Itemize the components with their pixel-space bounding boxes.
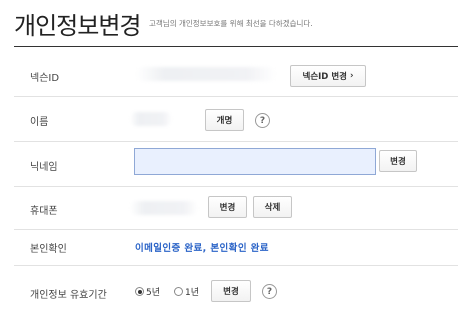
retention-1y-radio[interactable] [174,287,183,296]
row-nickname: 닉네임 변경 [14,142,458,187]
change-nickname-button[interactable]: 변경 [379,150,417,172]
nexon-id-masked-value [136,67,276,81]
row-verification: 본인확인 이메일인증 완료, 본인확인 완료 [14,230,458,266]
name-label: 이름 [30,117,49,128]
help-icon[interactable]: ? [262,284,277,299]
retention-label: 개인정보 유효기간 [30,290,107,301]
change-nexon-id-button[interactable]: 넥슨ID 변경 › [290,65,366,87]
row-retention: 개인정보 유효기간 5년 1년 변경 ? [14,266,458,314]
retention-5y-label[interactable]: 5년 [146,285,160,298]
change-phone-button[interactable]: 변경 [208,196,247,218]
row-nexon-id: 넥슨ID 넥슨ID 변경 › [14,56,458,97]
header-divider [14,46,458,47]
verification-status: 이메일인증 완료, 본인확인 완료 [135,243,269,254]
delete-phone-button[interactable]: 삭제 [253,196,292,218]
verification-label: 본인확인 [30,244,67,255]
rename-button[interactable]: 개명 [205,109,244,131]
help-icon[interactable]: ? [255,113,270,128]
name-masked-value [130,112,172,126]
phone-label: 휴대폰 [30,206,58,217]
retention-5y-radio[interactable] [135,287,144,296]
nickname-label: 닉네임 [30,162,58,173]
page-header: 개인정보변경 고객님의 개인정보보호를 위해 최선을 다하겠습니다. [0,0,474,46]
change-retention-button[interactable]: 변경 [211,280,251,302]
arrow-right-icon: › [349,71,354,81]
row-phone: 휴대폰 변경 삭제 [14,187,458,230]
nexon-id-label: 넥슨ID [30,73,60,84]
change-nexon-id-button-label: 넥슨ID 변경 [302,72,347,82]
nickname-input[interactable] [134,148,376,175]
phone-masked-value [130,201,198,215]
row-name: 이름 개명 ? [14,97,458,142]
page-title: 개인정보변경 [14,12,141,40]
page-subtitle: 고객님의 개인정보보호를 위해 최선을 다하겠습니다. [149,19,313,28]
retention-1y-label[interactable]: 1년 [185,285,199,298]
